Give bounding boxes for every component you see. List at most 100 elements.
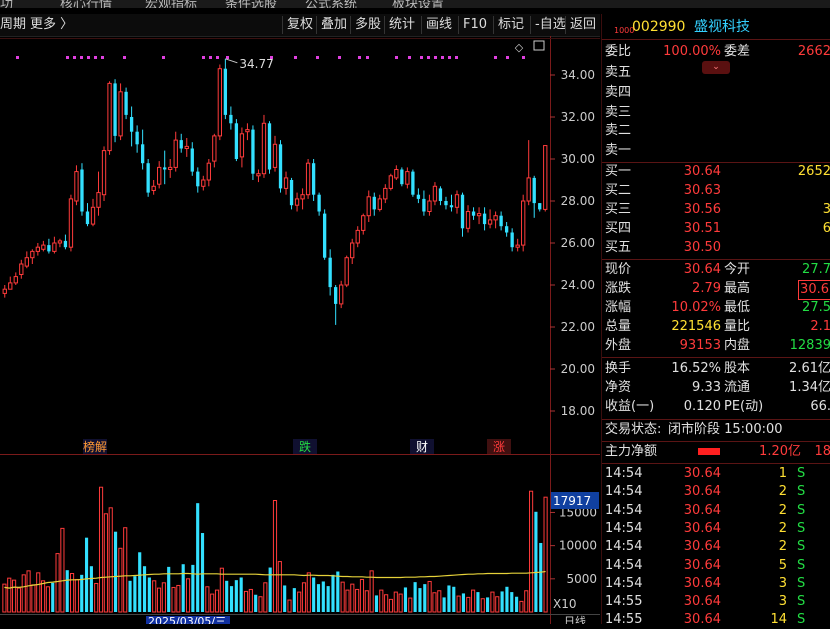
volume-bar bbox=[161, 582, 166, 613]
candle-body bbox=[35, 246, 41, 252]
volume-bar bbox=[263, 582, 268, 613]
candle-body bbox=[278, 144, 283, 189]
toolbar-button[interactable]: -自选 bbox=[530, 16, 570, 34]
main-flow-row: 主力净额 1.20亿 18 bbox=[602, 443, 830, 461]
signal-dot bbox=[506, 56, 509, 59]
volume-bar bbox=[388, 598, 394, 613]
toolbar-button[interactable]: 多股 bbox=[350, 16, 385, 34]
candle-body bbox=[41, 244, 46, 250]
candle-body bbox=[361, 215, 366, 231]
date-cursor-label: 2025/03/05/三 bbox=[148, 615, 226, 624]
signal-dot bbox=[73, 56, 76, 59]
high-annotation-label: 34.77 bbox=[239, 57, 273, 71]
stock-header[interactable]: 1000 002990 盛视科技 bbox=[602, 18, 830, 36]
candle-body bbox=[482, 213, 487, 225]
volume-bar bbox=[60, 527, 65, 613]
price-tick-label: 20.00 bbox=[561, 362, 595, 376]
top-menu-item[interactable]: 宏观指标 bbox=[145, 0, 197, 8]
stat-label: 换手 bbox=[605, 361, 632, 376]
candle-body bbox=[184, 145, 189, 150]
toolbar-button[interactable]: 返回 bbox=[565, 16, 600, 34]
signal-dot bbox=[427, 56, 430, 59]
candle-body bbox=[157, 166, 162, 185]
candle-body bbox=[256, 173, 261, 177]
period-button[interactable]: 周期 bbox=[0, 16, 26, 34]
tick-volume: 2 bbox=[778, 520, 787, 536]
volume-bar bbox=[529, 490, 534, 613]
candle-body bbox=[504, 226, 509, 233]
more-button[interactable]: 更多 〉 bbox=[30, 16, 73, 34]
volume-bar bbox=[427, 580, 432, 613]
candle-body bbox=[377, 198, 382, 210]
volume-bar bbox=[359, 578, 365, 613]
toolbar-button[interactable]: F10 bbox=[458, 16, 491, 34]
top-menu-item[interactable]: 板块设置 bbox=[392, 0, 444, 8]
kline-chart[interactable]: 34.00 32.00 30.00 28.00 26.00 24.00 22.00 20.00… bbox=[0, 36, 600, 624]
toolbar-button[interactable]: 复权 bbox=[282, 16, 317, 34]
signal-dot bbox=[16, 56, 19, 59]
tick-time: 14:55 bbox=[605, 594, 643, 610]
volume-bar bbox=[277, 561, 282, 613]
price-tick-label: 34.00 bbox=[561, 68, 595, 82]
weicha-label: 委差 bbox=[724, 44, 751, 59]
volume-bar bbox=[254, 594, 258, 612]
tick-row: 14:54 30.64 2 S bbox=[602, 483, 830, 501]
toolbar-button[interactable]: 叠加 bbox=[316, 16, 351, 34]
candle-body bbox=[444, 201, 448, 206]
top-menu-item[interactable]: 条件选股 bbox=[225, 0, 277, 8]
stat-label: 最低 bbox=[724, 300, 751, 315]
tick-time: 14:54 bbox=[605, 520, 643, 536]
candle-body bbox=[107, 82, 112, 152]
candle-body bbox=[305, 162, 311, 196]
tick-side: S bbox=[797, 539, 806, 555]
volume-bar bbox=[340, 581, 345, 613]
signal-dot bbox=[101, 56, 104, 59]
candle-body bbox=[140, 144, 145, 164]
top-menu-item[interactable]: 功 bbox=[0, 0, 13, 8]
tick-price: 30.64 bbox=[683, 466, 721, 481]
tick-side: S bbox=[797, 575, 806, 591]
stat-value: 93153 bbox=[679, 338, 721, 353]
buy-price: 30.63 bbox=[683, 183, 721, 198]
candle-body bbox=[96, 192, 101, 208]
main-flow-extra: 18 bbox=[814, 444, 830, 459]
tick-side: S bbox=[797, 520, 806, 536]
chart-toolbar: 周期 更多 〉 复权 叠加 多股 统计 画线 F10 标记 -自选 返回 bbox=[0, 14, 600, 37]
sell-level-label: 卖五 bbox=[605, 65, 632, 80]
candle-body bbox=[74, 171, 79, 202]
candle-body bbox=[499, 215, 503, 227]
top-menu-item[interactable]: 核心行情 bbox=[60, 0, 112, 8]
volume-bar bbox=[452, 586, 456, 612]
volume-bar bbox=[51, 582, 55, 612]
tick-side: S bbox=[797, 484, 806, 500]
toolbar-button[interactable]: 标记 bbox=[493, 16, 528, 34]
tick-row: 14:54 30.64 1 S bbox=[602, 465, 830, 483]
tick-row: 14:54 30.64 3 S bbox=[602, 575, 830, 593]
candle-body bbox=[206, 162, 211, 181]
tick-price: 30.64 bbox=[683, 484, 721, 500]
buy-volume: 6 bbox=[822, 221, 830, 236]
volume-bar bbox=[316, 584, 321, 612]
volume-bar bbox=[200, 533, 205, 612]
weicha-value: 2662 bbox=[797, 44, 830, 59]
buy-volume: 3 bbox=[822, 202, 830, 217]
candle-body bbox=[163, 167, 167, 170]
sell-level-row: 卖四 bbox=[602, 84, 830, 102]
stat-row: 现价 30.64 今开 27.7 bbox=[602, 261, 830, 279]
volume-bar bbox=[476, 592, 480, 612]
candle-body bbox=[289, 180, 294, 206]
top-menu-item[interactable]: 公式系统 bbox=[305, 0, 357, 8]
buy-level-label: 买五 bbox=[605, 240, 632, 255]
toolbar-button[interactable]: 统计 bbox=[384, 16, 419, 34]
candle-body bbox=[223, 68, 228, 115]
candle-body bbox=[294, 198, 300, 206]
toolbar-button[interactable]: 画线 bbox=[421, 16, 456, 34]
candle-body bbox=[239, 133, 245, 158]
candle-body bbox=[476, 213, 482, 217]
volume-bar bbox=[239, 577, 243, 612]
volume-bar bbox=[312, 577, 316, 612]
signal-dot bbox=[202, 56, 205, 59]
candle-body bbox=[515, 244, 520, 248]
volume-bar bbox=[543, 496, 548, 613]
volume-bar bbox=[248, 588, 253, 613]
